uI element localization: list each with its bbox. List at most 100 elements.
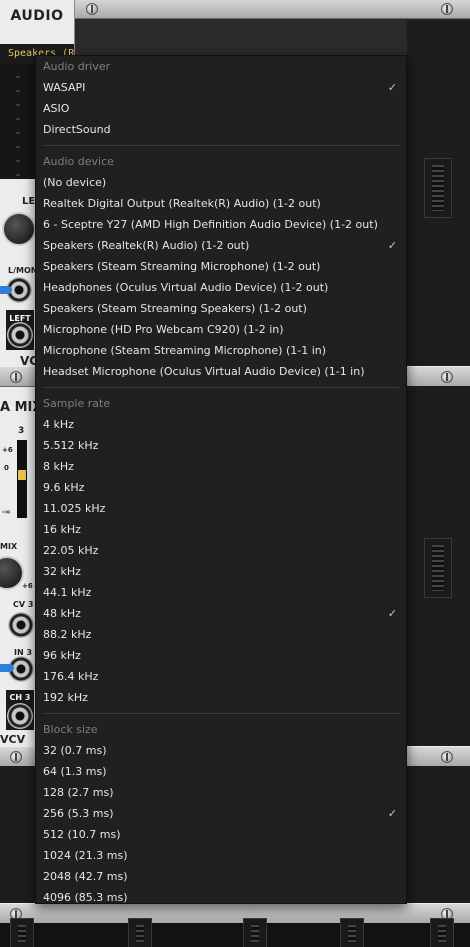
menu-item-label: 1024 (21.3 ms) (43, 849, 128, 862)
menu-separator (43, 387, 399, 388)
menu-item[interactable]: 22.05 kHz (36, 540, 406, 561)
menu-item[interactable]: Speakers (Steam Streaming Speakers) (1-2… (36, 298, 406, 319)
menu-item[interactable]: 176.4 kHz (36, 666, 406, 687)
mixer-channel-number: 3 (18, 426, 25, 436)
vent-panel (128, 918, 152, 947)
menu-item-label: WASAPI (43, 81, 86, 94)
menu-item[interactable]: ASIO (36, 98, 406, 119)
menu-item-label: Headphones (Oculus Virtual Audio Device)… (43, 281, 329, 294)
menu-item[interactable]: Headset Microphone (Oculus Virtual Audio… (36, 361, 406, 382)
menu-item-label: 32 kHz (43, 565, 81, 578)
menu-item-label: 9.6 kHz (43, 481, 85, 494)
menu-item[interactable]: Headphones (Oculus Virtual Audio Device)… (36, 277, 406, 298)
menu-item-label: 5.512 kHz (43, 439, 99, 452)
menu-item[interactable]: 8 kHz (36, 456, 406, 477)
menu-item-label: 128 (2.7 ms) (43, 786, 114, 799)
audio-settings-menu[interactable]: Audio driver WASAPI ✓ ASIO DirectSound Audio … (35, 55, 407, 904)
menu-item-label: Speakers (Steam Streaming Microphone) (1… (43, 260, 321, 273)
menu-item-label: 8 kHz (43, 460, 74, 473)
left-jack[interactable] (7, 322, 33, 348)
screw-icon (10, 751, 22, 763)
menu-item-label: DirectSound (43, 123, 111, 136)
menu-item[interactable]: 256 (5.3 ms) ✓ (36, 803, 406, 824)
menu-item-label: 512 (10.7 ms) (43, 828, 121, 841)
menu-item[interactable]: 4096 (85.3 ms) (36, 887, 406, 908)
menu-item[interactable]: 6 - Sceptre Y27 (AMD High Definition Aud… (36, 214, 406, 235)
menu-item-label: 16 kHz (43, 523, 81, 536)
screw-icon (441, 751, 453, 763)
vent-panel (424, 158, 452, 218)
menu-item[interactable]: 11.025 kHz (36, 498, 406, 519)
menu-item[interactable]: Microphone (Steam Streaming Microphone) … (36, 340, 406, 361)
menu-item[interactable]: (No device) (36, 172, 406, 193)
menu-section-header: Sample rate (43, 397, 111, 410)
menu-item-label: 22.05 kHz (43, 544, 99, 557)
screw-icon (441, 3, 453, 15)
menu-item[interactable]: 32 kHz (36, 561, 406, 582)
channel-fader[interactable] (17, 440, 27, 518)
patch-cable[interactable] (0, 286, 10, 294)
audio-module-title: AUDIO (10, 8, 64, 24)
menu-item-label: 44.1 kHz (43, 586, 92, 599)
menu-item[interactable]: Realtek Digital Output (Realtek(R) Audio… (36, 193, 406, 214)
menu-item-label: 48 kHz (43, 607, 81, 620)
mix-knob[interactable] (0, 556, 24, 590)
menu-item-label: 2048 (42.7 ms) (43, 870, 128, 883)
menu-item[interactable]: Speakers (Realtek(R) Audio) (1-2 out) ✓ (36, 235, 406, 256)
menu-item[interactable]: 44.1 kHz (36, 582, 406, 603)
menu-item[interactable]: 5.512 kHz (36, 435, 406, 456)
cv3-jack[interactable] (8, 612, 34, 638)
patch-cable[interactable] (0, 664, 14, 672)
checkmark-icon: ✓ (387, 807, 397, 820)
menu-item[interactable]: 16 kHz (36, 519, 406, 540)
menu-item-label: Headset Microphone (Oculus Virtual Audio… (43, 365, 365, 378)
menu-item-label: Speakers (Steam Streaming Speakers) (1-2… (43, 302, 307, 315)
ch3-jack[interactable] (7, 703, 33, 729)
menu-item[interactable]: Speakers (Steam Streaming Microphone) (1… (36, 256, 406, 277)
menu-item[interactable]: Microphone (HD Pro Webcam C920) (1-2 in) (36, 319, 406, 340)
menu-item-label: ASIO (43, 102, 70, 115)
menu-item[interactable]: DirectSound (36, 119, 406, 140)
menu-item[interactable]: WASAPI ✓ (36, 77, 406, 98)
menu-section-header: Audio device (43, 155, 114, 168)
menu-item[interactable]: 32 (0.7 ms) (36, 740, 406, 761)
rack-row (0, 923, 470, 947)
menu-section-header: Audio driver (43, 60, 111, 73)
menu-item[interactable]: 48 kHz ✓ (36, 603, 406, 624)
menu-item[interactable]: 2048 (42.7 ms) (36, 866, 406, 887)
checkmark-icon: ✓ (387, 239, 397, 252)
menu-item-label: 88.2 kHz (43, 628, 92, 641)
cv3-label: CV 3 (13, 600, 34, 609)
checkmark-icon: ✓ (387, 607, 397, 620)
menu-item-label: 11.025 kHz (43, 502, 106, 515)
menu-item[interactable]: 1024 (21.3 ms) (36, 845, 406, 866)
menu-item-label: 256 (5.3 ms) (43, 807, 114, 820)
menu-item-label: 6 - Sceptre Y27 (AMD High Definition Aud… (43, 218, 378, 231)
ch3-label: CH 3 (9, 693, 31, 702)
screw-icon (10, 371, 22, 383)
menu-item[interactable]: 512 (10.7 ms) (36, 824, 406, 845)
vent-panel (430, 918, 454, 947)
vcv-logo: VCV (0, 733, 26, 746)
screw-icon (86, 3, 98, 15)
menu-item[interactable]: 96 kHz (36, 645, 406, 666)
menu-item[interactable]: 9.6 kHz (36, 477, 406, 498)
menu-item[interactable]: 4 kHz (36, 414, 406, 435)
menu-item[interactable]: 88.2 kHz (36, 624, 406, 645)
menu-item-label: 192 kHz (43, 691, 88, 704)
menu-item[interactable]: 64 (1.3 ms) (36, 761, 406, 782)
menu-item-label: (No device) (43, 176, 107, 189)
level-meter (0, 64, 36, 179)
level-knob[interactable] (2, 212, 36, 246)
fader-scale-zero: 0 (4, 464, 9, 472)
vent-panel (424, 538, 452, 598)
menu-item-label: 4096 (85.3 ms) (43, 891, 128, 904)
fader-scale-plus6: +6 (2, 446, 13, 454)
lmon-label: L/MON (8, 266, 38, 275)
menu-item[interactable]: 192 kHz (36, 687, 406, 708)
menu-item[interactable]: 128 (2.7 ms) (36, 782, 406, 803)
menu-item-label: Speakers (Realtek(R) Audio) (1-2 out) (43, 239, 250, 252)
screw-icon (441, 371, 453, 383)
menu-section-header: Block size (43, 723, 98, 736)
menu-item-label: 4 kHz (43, 418, 74, 431)
